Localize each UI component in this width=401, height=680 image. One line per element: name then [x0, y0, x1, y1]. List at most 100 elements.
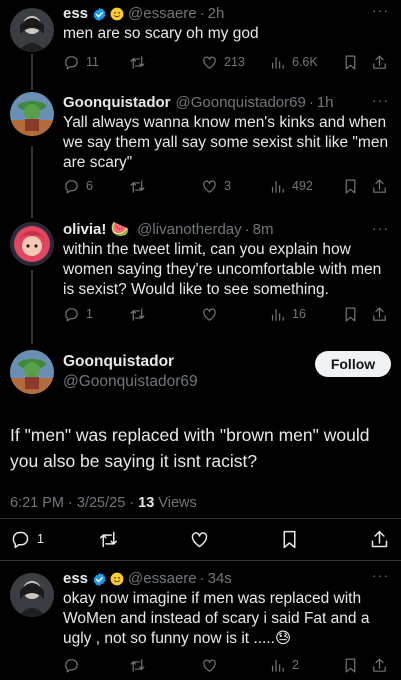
retweet-button[interactable]: [129, 304, 146, 324]
reply-button[interactable]: 1: [10, 528, 44, 550]
reply-button[interactable]: [63, 655, 80, 675]
views-button[interactable]: 6.6K: [269, 52, 318, 72]
retweet-icon: [130, 307, 145, 321]
focused-tweet-text: If "men" was replaced with "brown men" w…: [10, 425, 370, 471]
retweet-button[interactable]: [129, 176, 146, 196]
author-name[interactable]: Goonquistador: [63, 352, 198, 372]
more-icon[interactable]: ···: [372, 567, 389, 583]
tweet-actions: 1 16: [63, 304, 391, 324]
share-button[interactable]: [371, 52, 388, 72]
avatar[interactable]: [10, 92, 54, 136]
views-button[interactable]: 492: [269, 176, 313, 196]
more-icon[interactable]: ···: [372, 92, 389, 108]
tweet[interactable]: olivia! 🍉 @livanotherday · 8m within the…: [0, 218, 401, 330]
reply-button[interactable]: 1: [63, 304, 93, 324]
reply-icon: [65, 55, 78, 69]
views-number: 13: [138, 495, 155, 511]
views-button[interactable]: 2: [269, 655, 299, 675]
tweet-time[interactable]: 2h: [208, 4, 225, 24]
retweet-icon: [130, 55, 145, 69]
follow-button[interactable]: Follow: [315, 351, 391, 377]
bookmark-icon: [345, 658, 356, 672]
author-name[interactable]: ess: [63, 4, 88, 24]
avatar[interactable]: [10, 573, 54, 617]
like-button[interactable]: [189, 528, 210, 550]
bookmark-button[interactable]: [342, 176, 359, 196]
author-handle[interactable]: @Goonquistador69: [176, 93, 306, 113]
like-button[interactable]: [201, 304, 218, 324]
separator: ·: [199, 5, 205, 22]
tweet-time[interactable]: 1h: [317, 93, 334, 113]
tweet-actions: 6 3 492: [63, 176, 391, 196]
bookmark-button[interactable]: [342, 52, 359, 72]
retweet-icon: [130, 179, 145, 193]
author-handle[interactable]: @livanotherday: [137, 220, 241, 240]
like-count: 3: [224, 179, 231, 193]
tweet-text: Yall always wanna know men's kinks and w…: [63, 114, 389, 171]
views-button[interactable]: 16: [269, 304, 306, 324]
bookmark-button[interactable]: [342, 655, 359, 675]
tweet[interactable]: ess @essaere · 34s okay now imagine if m…: [0, 565, 401, 680]
like-button[interactable]: 213: [201, 52, 245, 72]
timestamp-text[interactable]: 6:21 PM · 3/25/25 ·: [10, 495, 138, 511]
reply-count: 6: [86, 179, 93, 193]
like-button[interactable]: [201, 655, 218, 675]
reply-button[interactable]: 6: [63, 176, 93, 196]
views-count: 16: [292, 307, 306, 321]
avatar[interactable]: [10, 8, 54, 52]
like-icon: [203, 180, 216, 193]
avatar[interactable]: [10, 350, 54, 394]
like-button[interactable]: 3: [201, 176, 231, 196]
share-button[interactable]: [371, 304, 388, 324]
reply-icon: [65, 658, 78, 672]
share-button[interactable]: [369, 528, 390, 550]
more-icon[interactable]: ···: [372, 2, 389, 18]
more-icon[interactable]: ···: [372, 220, 389, 236]
tweet[interactable]: ess @essaere · 2h men are so scary oh my…: [0, 0, 401, 80]
author-name[interactable]: Goonquistador: [63, 93, 171, 113]
bookmark-button[interactable]: [342, 304, 359, 324]
focused-actions: 1: [10, 528, 391, 550]
retweet-icon: [130, 658, 145, 672]
author-name[interactable]: ess: [63, 569, 88, 589]
author-name[interactable]: olivia! 🍉: [63, 220, 129, 240]
author-handle[interactable]: @essaere: [128, 4, 197, 24]
retweet-button[interactable]: [129, 52, 146, 72]
separator: ·: [199, 570, 205, 587]
divider: [0, 518, 401, 519]
share-button[interactable]: [371, 655, 388, 675]
views-icon: [271, 56, 284, 69]
smiley-emoji-icon: [110, 572, 124, 586]
author-handle[interactable]: @Goonquistador69: [63, 372, 198, 392]
author-handle[interactable]: @essaere: [128, 569, 197, 589]
share-button[interactable]: [371, 176, 388, 196]
tweet-text: men are so scary oh my god: [63, 25, 259, 42]
reply-button[interactable]: 11: [63, 52, 99, 72]
reply-count: 11: [86, 55, 99, 69]
views-icon: [271, 180, 284, 193]
share-icon: [373, 307, 386, 321]
separator: ·: [244, 221, 250, 238]
retweet-button[interactable]: [129, 655, 146, 675]
focused-tweet[interactable]: Goonquistador @Goonquistador69 If "men" …: [0, 346, 401, 556]
like-icon: [203, 56, 216, 69]
tweet-actions: 11 213 6.6K: [63, 52, 391, 72]
separator: ·: [308, 94, 314, 111]
verified-badge-icon: [93, 572, 106, 586]
bookmark-button[interactable]: [279, 528, 300, 550]
tweet-text: okay now imagine if men was replaced wit…: [63, 590, 370, 647]
like-count: 213: [224, 55, 245, 69]
tweet-text: within the tweet limit, can you explain …: [63, 241, 382, 298]
reply-count: 1: [86, 307, 93, 321]
verified-badge-icon: [93, 7, 106, 21]
views-label: Views: [154, 495, 197, 511]
bookmark-icon: [283, 530, 296, 548]
retweet-button[interactable]: [98, 528, 119, 550]
avatar[interactable]: [10, 222, 54, 266]
tweet-time[interactable]: 8m: [253, 220, 274, 240]
bookmark-icon: [345, 179, 356, 193]
tweet[interactable]: Goonquistador @Goonquistador69 · 1h Yall…: [0, 90, 401, 210]
views-icon: [271, 308, 284, 321]
views-count: 2: [292, 658, 299, 672]
tweet-time[interactable]: 34s: [208, 569, 232, 589]
